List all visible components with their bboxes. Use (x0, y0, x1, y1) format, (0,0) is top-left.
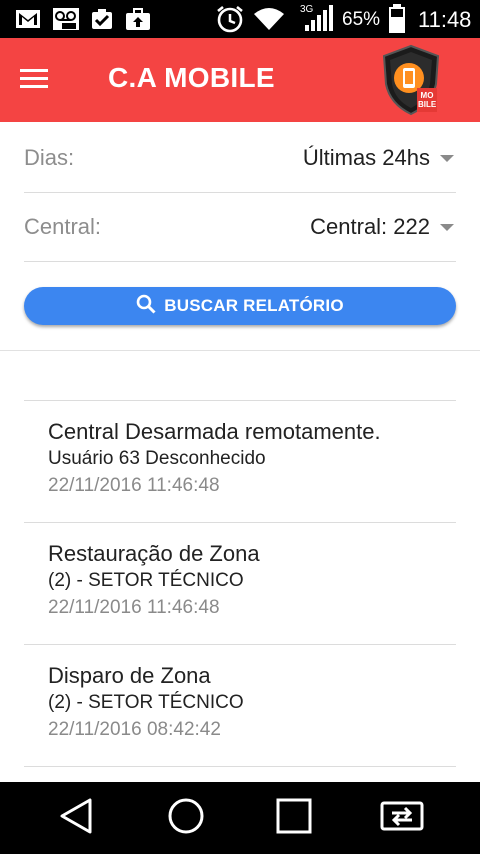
central-filter-row: Central: Central: 222 (24, 193, 456, 262)
home-icon (167, 797, 205, 840)
central-value: Central: 222 (310, 214, 430, 239)
app-title: C.A MOBILE (108, 62, 275, 93)
list-item[interactable]: Restauração de Zona (2) - SETOR TÉCNICO … (24, 523, 456, 645)
chevron-down-icon (440, 223, 454, 231)
section-divider (0, 350, 480, 351)
status-bar: 3G 65% 11:48 (0, 0, 480, 38)
report-list: Central Desarmada remotamente. Usuário 6… (24, 400, 456, 767)
voicemail-icon (50, 0, 82, 38)
report-subtitle: (2) - SETOR TÉCNICO (48, 692, 244, 713)
dias-select[interactable]: Últimas 24hs (303, 124, 456, 192)
shield-phone-logo: MO BILE (380, 44, 442, 116)
battery-percent: 65% (342, 9, 381, 30)
menu-button[interactable] (20, 60, 76, 100)
report-title: Central Desarmada remotamente. (48, 419, 381, 444)
dias-value: Últimas 24hs (302, 145, 430, 170)
app-bar: C.A MOBILE MO BILE (0, 38, 480, 122)
home-button[interactable] (156, 792, 216, 844)
search-icon (136, 294, 156, 319)
chevron-down-icon (440, 154, 454, 162)
report-subtitle: (2) - SETOR TÉCNICO (48, 570, 244, 591)
clock: 11:48 (418, 7, 472, 32)
report-title: Disparo de Zona (48, 663, 211, 688)
recents-icon (276, 798, 312, 839)
report-title: Restauração de Zona (48, 541, 260, 566)
central-select[interactable]: Central: 222 (310, 193, 456, 261)
list-item[interactable]: Disparo de Zona (2) - SETOR TÉCNICO 22/1… (24, 645, 456, 767)
gmail-icon (12, 0, 44, 38)
search-report-label: BUSCAR RELATÓRIO (164, 296, 344, 315)
clipboard-check-icon (88, 0, 116, 38)
logo-text: MO BILE (418, 91, 437, 109)
search-report-button[interactable]: BUSCAR RELATÓRIO (24, 287, 456, 325)
screen-cast-icon (380, 799, 424, 838)
dias-label: Dias: (24, 145, 75, 170)
battery-icon (386, 0, 408, 38)
wifi-icon (252, 0, 286, 38)
dias-filter-row: Dias: Últimas 24hs (24, 124, 456, 193)
hamburger-menu-icon (20, 68, 48, 93)
central-label: Central: (24, 214, 102, 239)
screen-cast-button[interactable] (372, 792, 432, 844)
back-button[interactable] (46, 792, 106, 844)
list-item[interactable]: Central Desarmada remotamente. Usuário 6… (24, 401, 456, 523)
signal-icon (302, 0, 334, 38)
recents-button[interactable] (264, 792, 324, 844)
report-datetime: 22/11/2016 11:46:48 (48, 597, 220, 618)
report-datetime: 22/11/2016 08:42:42 (48, 719, 221, 740)
report-subtitle: Usuário 63 Desconhecido (48, 448, 266, 469)
alarm-icon (214, 0, 246, 38)
back-icon (58, 797, 94, 840)
report-datetime: 22/11/2016 11:46:48 (48, 475, 220, 496)
briefcase-upload-icon (122, 0, 154, 38)
navigation-bar (0, 782, 480, 854)
